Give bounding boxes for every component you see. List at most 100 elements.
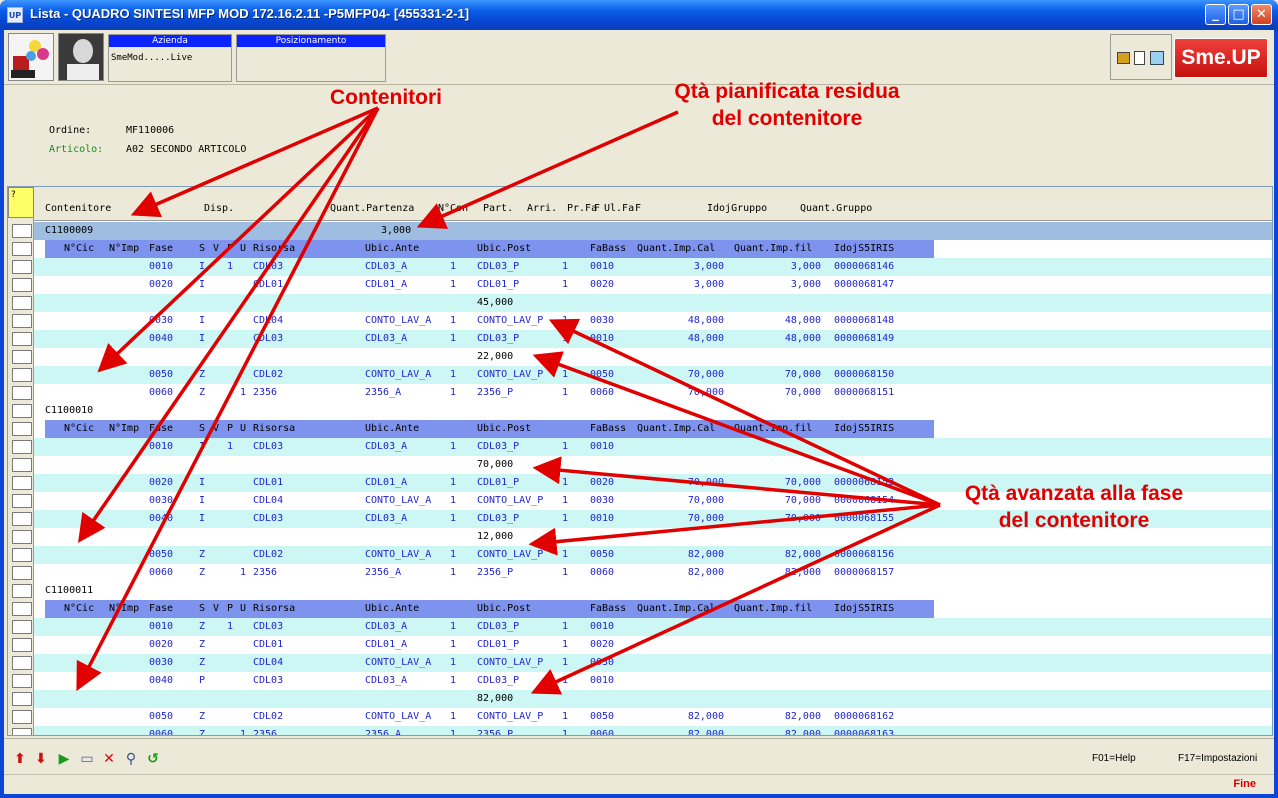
phase-row[interactable]: 0010 I 1 CDL03 CDL03_A 1 CDL03_P 1 0010 3,000 3,00… bbox=[34, 258, 1272, 276]
phase-row[interactable]: 0010 Z 1 CDL03 CDL03_A 1 CDL03_P 1 0010 bbox=[34, 618, 1272, 636]
phase-row[interactable]: 0060 Z 1 2356 2356_A 1 2356_P 1 0060 82,000 82,000… bbox=[34, 564, 1272, 582]
sub-header-cell[interactable]: N°Cic bbox=[64, 240, 94, 258]
row-checkbox[interactable] bbox=[12, 530, 32, 544]
sub-header-cell[interactable]: N°Imp bbox=[109, 240, 139, 258]
column-header-cell[interactable]: Quant.Gruppo bbox=[800, 203, 872, 221]
column-header-cell[interactable]: Part. bbox=[483, 203, 513, 221]
column-header-cell[interactable]: F bbox=[635, 203, 641, 221]
minimize-button[interactable]: _ bbox=[1205, 4, 1226, 25]
sub-header-cell[interactable]: Fase bbox=[149, 240, 173, 258]
row-checkbox[interactable] bbox=[12, 368, 32, 382]
sub-header-cell[interactable]: Risorsa bbox=[253, 240, 295, 258]
container-row[interactable]: C1100011 bbox=[34, 582, 1272, 600]
sub-header-cell[interactable]: P bbox=[227, 240, 233, 258]
row-checkbox[interactable] bbox=[12, 314, 32, 328]
row-checkbox[interactable] bbox=[12, 512, 32, 526]
row-checkbox[interactable] bbox=[12, 242, 32, 256]
phase-qty-row[interactable]: 22,000 bbox=[34, 348, 1272, 366]
sub-header-cell[interactable]: IdojS5IRIS bbox=[834, 420, 894, 438]
row-checkbox[interactable] bbox=[12, 278, 32, 292]
phase-row[interactable]: 0060 Z 1 2356 2356_A 1 2356_P 1 0060 82,000 82,000… bbox=[34, 726, 1272, 735]
row-checkbox[interactable] bbox=[12, 692, 32, 706]
row-checkbox[interactable] bbox=[12, 674, 32, 688]
sub-header-cell[interactable]: V bbox=[213, 600, 219, 618]
sub-header-cell[interactable]: P bbox=[227, 420, 233, 438]
column-header-cell[interactable]: N°Con bbox=[438, 203, 468, 221]
phase-row[interactable]: 0030 Z CDL04 CONTO_LAV_A 1 CONTO_LAV_P 1 0030 bbox=[34, 654, 1272, 672]
sub-header-cell[interactable]: Quant.Imp.fil bbox=[734, 600, 812, 618]
title-bar[interactable]: UP Lista - QUADRO SINTESI MFP MOD 172.16… bbox=[0, 0, 1278, 30]
row-checkbox[interactable] bbox=[12, 728, 32, 735]
row-checkbox[interactable] bbox=[12, 224, 32, 238]
arrow-down-icon[interactable]: ⬇ bbox=[33, 751, 49, 767]
help-key[interactable]: F01=Help bbox=[1092, 753, 1136, 764]
row-checkbox[interactable] bbox=[12, 638, 32, 652]
maximize-button[interactable]: □ bbox=[1228, 4, 1249, 25]
row-checkbox[interactable] bbox=[12, 566, 32, 580]
column-header-cell[interactable]: Contenitore bbox=[45, 203, 111, 221]
phase-qty-row[interactable]: 82,000 bbox=[34, 690, 1272, 708]
sub-header-cell[interactable]: IdojS5IRIS bbox=[834, 240, 894, 258]
sub-header-cell[interactable]: N°Imp bbox=[109, 420, 139, 438]
column-header-cell[interactable]: Quant.Partenza bbox=[330, 203, 414, 221]
sub-header-cell[interactable]: N°Cic bbox=[64, 600, 94, 618]
cube-icon[interactable] bbox=[1150, 51, 1164, 65]
document-icon[interactable] bbox=[1134, 51, 1145, 65]
sub-header-row[interactable]: N°Cic N°Imp Fase S V P U Risorsa Ubic.Ante Ubic.P… bbox=[34, 600, 1272, 618]
sub-header-row[interactable]: N°Cic N°Imp Fase S V P U Risorsa Ubic.Ante Ubic.P… bbox=[34, 420, 1272, 438]
company-logo[interactable] bbox=[8, 33, 54, 81]
refresh-icon[interactable]: ↺ bbox=[145, 751, 161, 767]
sub-header-cell[interactable]: S bbox=[199, 420, 205, 438]
phase-row[interactable]: 0010 I 1 CDL03 CDL03_A 1 CDL03_P 1 0010 bbox=[34, 438, 1272, 456]
sub-header-cell[interactable]: U bbox=[240, 600, 246, 618]
column-header-cell[interactable]: F bbox=[594, 203, 600, 221]
sub-header-cell[interactable]: IdojS5IRIS bbox=[834, 600, 894, 618]
container-row[interactable]: C1100010 bbox=[34, 402, 1272, 420]
sub-header-cell[interactable]: Risorsa bbox=[253, 420, 295, 438]
row-checkbox[interactable] bbox=[12, 422, 32, 436]
phase-row[interactable]: 0060 Z 1 2356 2356_A 1 2356_P 1 0060 70,000 70,000… bbox=[34, 384, 1272, 402]
column-header-cell[interactable]: Arri. bbox=[527, 203, 557, 221]
phase-row[interactable]: 0040 I CDL03 CDL03_A 1 CDL03_P 1 0010 48,000 48,0… bbox=[34, 330, 1272, 348]
phase-row[interactable]: 0050 Z CDL02 CONTO_LAV_A 1 CONTO_LAV_P 1 0050 82… bbox=[34, 546, 1272, 564]
row-checkbox[interactable] bbox=[12, 656, 32, 670]
settings-key[interactable]: F17=Impostazioni bbox=[1178, 753, 1257, 764]
column-header-cell[interactable]: Ul.Fa bbox=[604, 203, 634, 221]
arrow-up-icon[interactable]: ⬆ bbox=[12, 751, 28, 767]
row-checkbox[interactable] bbox=[12, 260, 32, 274]
close-button[interactable]: ✕ bbox=[1251, 4, 1272, 25]
sub-header-cell[interactable]: FaBass bbox=[590, 420, 626, 438]
sub-header-cell[interactable]: Quant.Imp.Cal bbox=[637, 240, 715, 258]
user-avatar[interactable] bbox=[58, 33, 104, 81]
row-checkbox[interactable] bbox=[12, 404, 32, 418]
sub-header-cell[interactable]: S bbox=[199, 600, 205, 618]
sub-header-cell[interactable]: Ubic.Ante bbox=[365, 240, 419, 258]
sub-header-cell[interactable]: N°Cic bbox=[64, 420, 94, 438]
sub-header-cell[interactable]: Risorsa bbox=[253, 600, 295, 618]
column-header-cell[interactable]: IdojGruppo bbox=[707, 203, 767, 221]
play-icon[interactable]: ▶ bbox=[56, 751, 72, 767]
sub-header-cell[interactable]: Quant.Imp.fil bbox=[734, 420, 812, 438]
sub-header-cell[interactable]: V bbox=[213, 420, 219, 438]
row-checkbox[interactable] bbox=[12, 458, 32, 472]
row-checkbox[interactable] bbox=[12, 476, 32, 490]
row-checkbox[interactable] bbox=[12, 350, 32, 364]
phase-qty-row[interactable]: 45,000 bbox=[34, 294, 1272, 312]
sub-header-cell[interactable]: P bbox=[227, 600, 233, 618]
phase-row[interactable]: 0050 Z CDL02 CONTO_LAV_A 1 CONTO_LAV_P 1 0050 82… bbox=[34, 708, 1272, 726]
column-header-cell[interactable]: Disp. bbox=[204, 203, 234, 221]
row-checkbox[interactable] bbox=[12, 296, 32, 310]
eraser-icon[interactable]: ▭ bbox=[79, 751, 95, 767]
container-row[interactable]: C1100009 3,000 bbox=[34, 222, 1272, 240]
smeup-logo[interactable]: Sme.UP bbox=[1174, 38, 1268, 78]
phase-row[interactable]: 0020 Z CDL01 CDL01_A 1 CDL01_P 1 0020 bbox=[34, 636, 1272, 654]
sub-header-cell[interactable]: Ubic.Post bbox=[477, 420, 531, 438]
sub-header-cell[interactable]: Ubic.Post bbox=[477, 240, 531, 258]
row-checkbox[interactable] bbox=[12, 620, 32, 634]
column-header-cell[interactable]: Pr.Fa bbox=[567, 203, 597, 221]
row-checkbox[interactable] bbox=[12, 440, 32, 454]
sub-header-cell[interactable]: Ubic.Post bbox=[477, 600, 531, 618]
sub-header-cell[interactable]: V bbox=[213, 240, 219, 258]
sub-header-cell[interactable]: Quant.Imp.fil bbox=[734, 240, 812, 258]
row-checkbox[interactable] bbox=[12, 386, 32, 400]
